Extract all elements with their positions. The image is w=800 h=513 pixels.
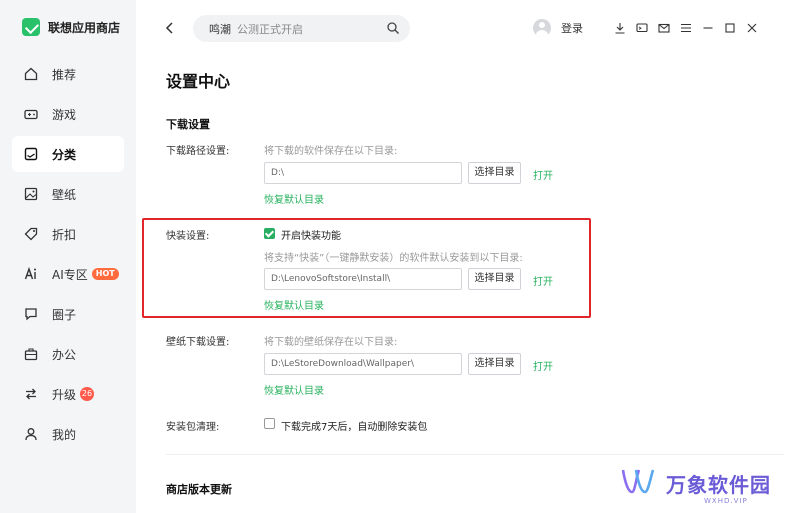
sidebar-item-mine[interactable]: 我的 [12, 416, 124, 452]
user-icon [24, 427, 46, 441]
download-reset-link[interactable]: 恢复默认目录 [264, 191, 324, 206]
window-controls [609, 18, 763, 38]
page-title: 设置中心 [166, 72, 231, 91]
wallpaper-open-link[interactable]: 打开 [533, 358, 553, 373]
search-bar[interactable]: 鸣潮 公测正式开启 [193, 15, 410, 42]
sidebar-item-label: 分类 [52, 147, 77, 162]
watermark-text: 万象软件园 [666, 472, 771, 497]
wallpaper-path-field[interactable]: D:\LeStoreDownload\Wallpaper\ [264, 353, 462, 375]
user-login[interactable]: 登录 [533, 19, 583, 37]
sidebar-item-label: 折扣 [52, 227, 77, 242]
sidebar-item-label: 升级 [52, 387, 77, 402]
sidebar-item-label: 壁纸 [52, 187, 77, 202]
watermark-url: WXHD.VIP [704, 497, 748, 505]
wallpaper-path-hint: 将下载的壁纸保存在以下目录: [264, 337, 398, 348]
sidebar-nav: 推荐 游戏 分类 壁纸 折扣 AI专区 HOT 圈子 办公 升级 26 我的 [12, 56, 124, 456]
cleanup-option-label[interactable]: 下载完成7天后，自动删除安装包 [281, 418, 427, 433]
briefcase-icon [24, 347, 46, 361]
sidebar-item-upgrade[interactable]: 升级 26 [12, 376, 124, 412]
quick-install-reset-link[interactable]: 恢复默认目录 [264, 297, 324, 312]
sidebar-item-games[interactable]: 游戏 [12, 96, 124, 132]
brand-name: 联想应用商店 [48, 20, 121, 35]
image-icon [24, 187, 46, 201]
sidebar-item-label: AI专区 [52, 267, 88, 282]
download-section-title: 下载设置 [166, 118, 210, 131]
sidebar-item-wallpaper[interactable]: 壁纸 [12, 176, 124, 212]
sidebar-item-label: 我的 [52, 427, 77, 442]
sidebar-item-circle[interactable]: 圈子 [12, 296, 124, 332]
download-path-field[interactable]: D:\ [264, 162, 462, 184]
download-choose-button[interactable]: 选择目录 [468, 162, 521, 184]
chat-icon [24, 307, 46, 321]
sidebar-item-label: 游戏 [52, 107, 77, 122]
sidebar-item-label: 圈子 [52, 307, 77, 322]
sidebar-item-discount[interactable]: 折扣 [12, 216, 124, 252]
quick-install-hint: 将支持“快装”（一键静默安装）的软件默认安装到以下目录: [264, 253, 523, 264]
download-path-label: 下载路径设置: [166, 146, 230, 157]
sidebar-item-label: 推荐 [52, 67, 77, 82]
quick-install-path-field[interactable]: D:\LenovoSoftstore\Install\ [264, 268, 462, 290]
download-open-link[interactable]: 打开 [533, 167, 553, 182]
sidebar-item-ai[interactable]: AI专区 HOT [12, 256, 124, 292]
quick-install-choose-button[interactable]: 选择目录 [468, 268, 521, 290]
search-placeholder: 公测正式开启 [237, 22, 303, 36]
screen-icon[interactable] [631, 18, 653, 38]
gamepad-icon [24, 107, 46, 121]
sidebar-item-label: 办公 [52, 347, 77, 362]
top-bar: 鸣潮 公测正式开启 登录 [136, 0, 800, 56]
mail-icon[interactable] [653, 18, 675, 38]
menu-icon[interactable] [675, 18, 697, 38]
sidebar-item-recommend[interactable]: 推荐 [12, 56, 124, 92]
avatar[interactable] [533, 19, 551, 37]
wallpaper-choose-button[interactable]: 选择目录 [468, 353, 521, 375]
ai-icon [24, 267, 46, 281]
back-arrow-icon[interactable] [162, 20, 178, 36]
watermark-logo: 万象软件园 [620, 466, 771, 500]
home-icon [24, 67, 46, 81]
update-section-title: 商店版本更新 [166, 483, 232, 496]
search-icon[interactable] [386, 21, 400, 38]
quick-install-enable-label[interactable]: 开启快装功能 [281, 227, 341, 242]
hot-badge: HOT [91, 268, 119, 280]
sidebar-item-category[interactable]: 分类 [12, 136, 124, 172]
swap-icon [24, 387, 46, 401]
maximize-icon[interactable] [719, 18, 741, 38]
section-divider [166, 454, 784, 455]
cleanup-checkbox[interactable] [264, 418, 275, 429]
brand[interactable]: 联想应用商店 [22, 18, 120, 36]
quick-install-open-link[interactable]: 打开 [533, 273, 553, 288]
close-icon[interactable] [741, 18, 763, 38]
wallpaper-path-label: 壁纸下载设置: [166, 337, 230, 348]
sidebar: 联想应用商店 推荐 游戏 分类 壁纸 折扣 AI专区 HOT 圈子 办公 升级 … [0, 0, 136, 513]
category-icon [24, 147, 46, 161]
settings-panel: 设置中心 下载设置 下载路径设置: 将下载的软件保存在以下目录: D:\ 选择目… [136, 56, 800, 513]
wallpaper-reset-link[interactable]: 恢复默认目录 [264, 382, 324, 397]
login-link[interactable]: 登录 [561, 20, 583, 36]
minimize-icon[interactable] [697, 18, 719, 38]
watermark-wave-icon [620, 466, 660, 500]
cleanup-label: 安装包清理: [166, 422, 220, 433]
store-logo-icon [22, 18, 40, 36]
quick-install-checkbox[interactable] [264, 228, 275, 239]
sidebar-item-office[interactable]: 办公 [12, 336, 124, 372]
download-path-hint: 将下载的软件保存在以下目录: [264, 146, 398, 157]
quick-install-label: 快装设置: [166, 231, 210, 242]
download-icon[interactable] [609, 18, 631, 38]
search-keyword: 鸣潮 [209, 22, 231, 36]
tag-icon [24, 227, 46, 241]
upgrade-count-badge: 26 [80, 387, 95, 401]
